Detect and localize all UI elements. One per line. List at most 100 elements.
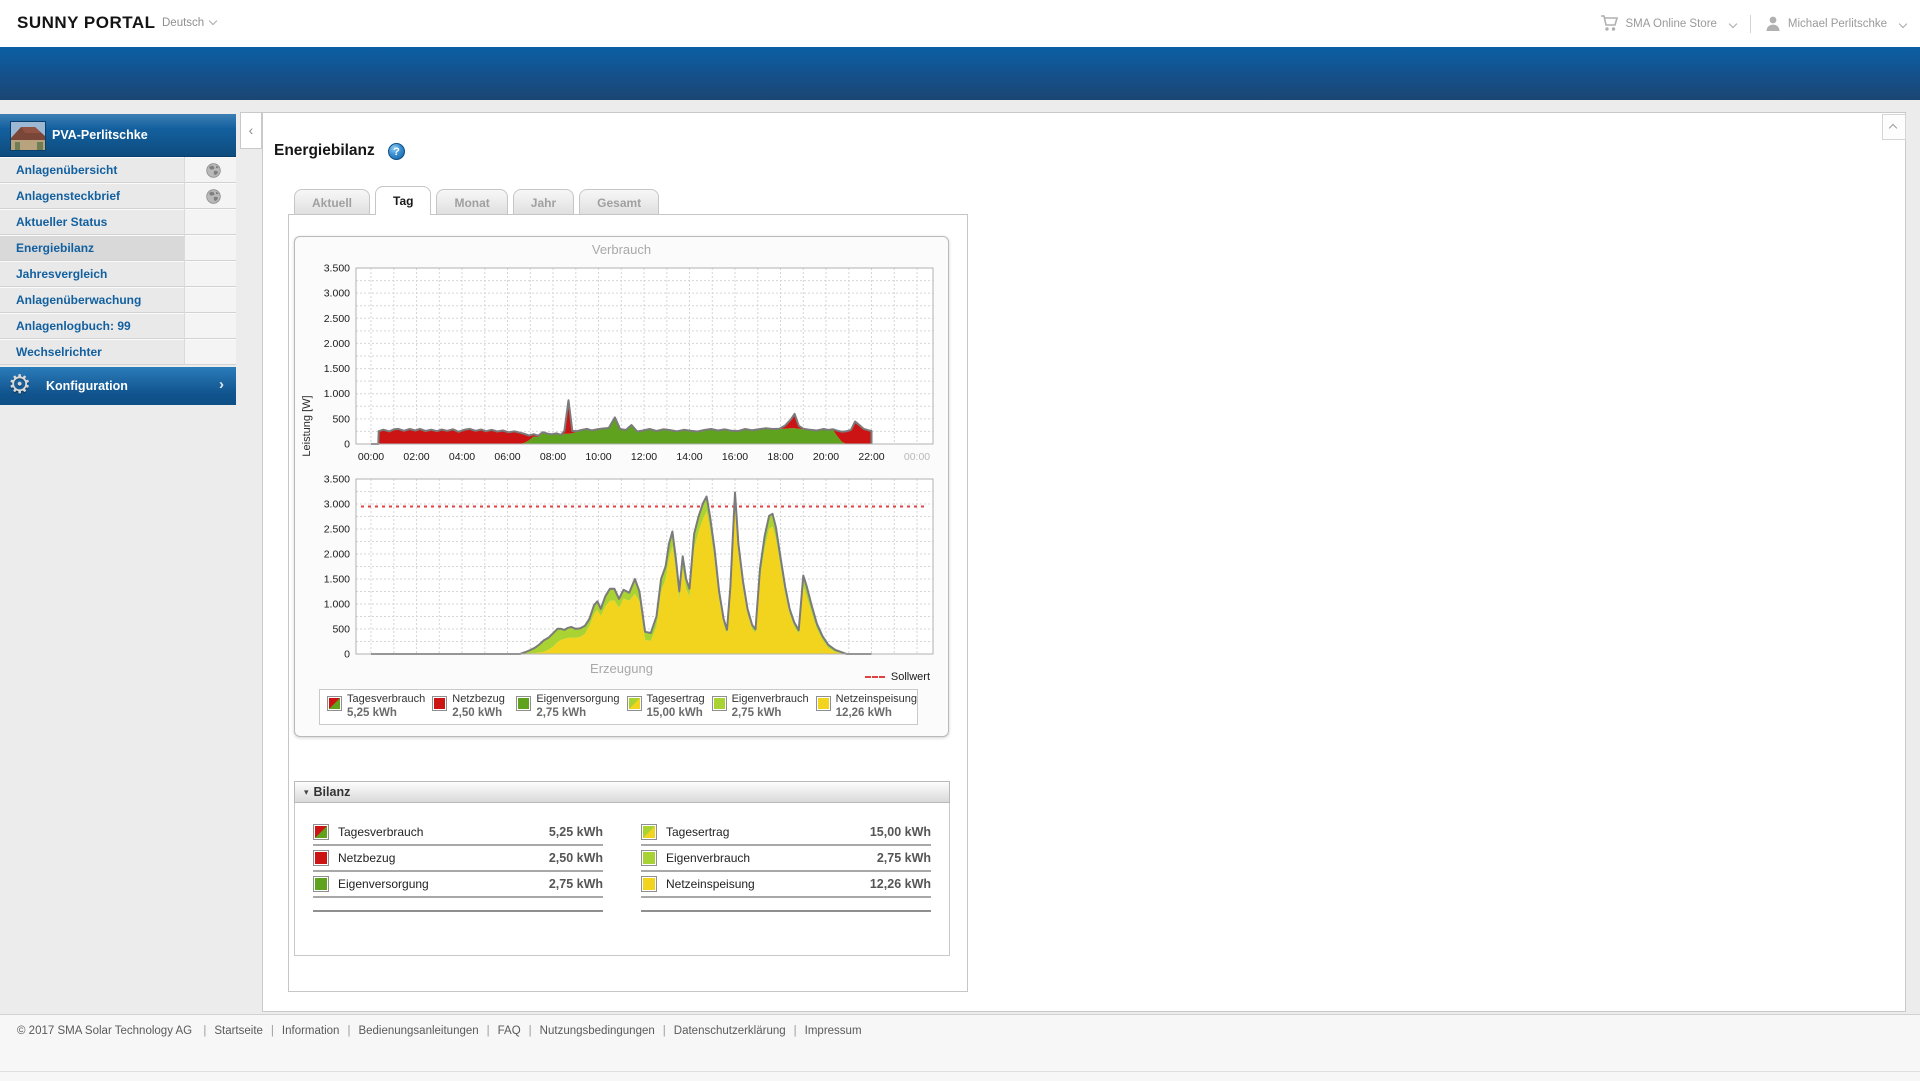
footer-link-nutzungsbedingungen[interactable]: Nutzungsbedingungen [540, 1025, 655, 1037]
sidebar-item-label: Jahresvergleich [16, 267, 107, 281]
generation-chart: 05001.0001.5002.0002.5003.0003.500 [295, 473, 950, 659]
footer-separator: | [271, 1025, 274, 1037]
bilanz-row-value: 15,00 kWh [870, 825, 931, 839]
bilanz-row-value: 2,75 kWh [877, 851, 931, 865]
bilanz-divider [313, 910, 603, 912]
bilanz-row-netzbezug: Netzbezug2,50 kWh [313, 846, 603, 872]
help-icon[interactable]: ? [388, 143, 405, 160]
svg-text:1.500: 1.500 [324, 363, 350, 375]
legend-label: Netzeinspeisung [836, 694, 917, 705]
triangle-down-icon: ▾ [304, 787, 309, 798]
legend-value: 12,26 kWh [836, 708, 917, 720]
sidebar-item-jahresvergleich[interactable]: Jahresvergleich [0, 261, 236, 287]
svg-text:2.000: 2.000 [324, 549, 350, 561]
svg-text:22:00: 22:00 [858, 451, 884, 463]
plant-header[interactable]: PVA-Perlitschke [0, 114, 236, 157]
footer-link-bedienungsanleitungen[interactable]: Bedienungsanleitungen [358, 1025, 478, 1037]
bilanz-row-tagesverbrauch: Tagesverbrauch5,25 kWh [313, 820, 603, 846]
tab-monat[interactable]: Monat [436, 189, 507, 215]
consumption-chart: 05001.0001.5002.0002.5003.0003.50000:000… [295, 261, 950, 473]
sidebar-collapse-button[interactable]: ‹ [240, 112, 262, 149]
legend-item-netzbezug: Netzbezug2,50 kWh [425, 690, 509, 724]
bilanz-row-label: Eigenversorgung [338, 877, 429, 891]
svg-text:18:00: 18:00 [767, 451, 793, 463]
bilanz-row-label: Tagesverbrauch [338, 825, 423, 839]
legend-item-eigenverbrauch: Eigenverbrauch2,75 kWh [705, 690, 809, 724]
sidebar-item-energiebilanz[interactable]: Energiebilanz [0, 235, 236, 261]
sidebar-item-anlagen-berwachung[interactable]: Anlagenüberwachung [0, 287, 236, 313]
legend-value: 5,25 kWh [347, 708, 425, 720]
legend-value: 2,75 kWh [536, 708, 619, 720]
legend-label: Eigenversorgung [536, 694, 619, 705]
svg-text:0: 0 [344, 439, 350, 451]
svg-text:1.000: 1.000 [324, 599, 350, 611]
page-title: Energiebilanz [274, 142, 375, 160]
energy-chart-card: Verbrauch Leistung [W] 05001.0001.5002.0… [294, 236, 949, 737]
bilanz-header[interactable]: ▾ Bilanz [294, 781, 950, 803]
svg-text:500: 500 [332, 624, 350, 636]
svg-text:0: 0 [344, 649, 350, 660]
yellow-swatch-icon [816, 696, 831, 711]
svg-text:04:00: 04:00 [449, 451, 475, 463]
chevron-down-icon [1729, 19, 1737, 27]
globe-icon [206, 189, 221, 204]
sidebar-item-label: Energiebilanz [16, 241, 94, 255]
chevron-up-icon [1889, 124, 1897, 132]
sidebar-items: Anlagenübersicht Anlagensteckbrief Aktuell… [0, 157, 236, 365]
tab-tag[interactable]: Tag [375, 186, 431, 215]
split-green-yellow-swatch-icon [627, 696, 642, 711]
sidebar-item-label: Anlagensteckbrief [16, 189, 120, 203]
footer-link-impressum[interactable]: Impressum [805, 1025, 862, 1037]
red-swatch-icon [313, 850, 329, 866]
sidebar-item-anlagensteckbrief[interactable]: Anlagensteckbrief [0, 183, 236, 209]
split-red-green-swatch-icon [313, 824, 329, 840]
bilanz-row-label: Tagesertrag [666, 825, 729, 839]
bilanz-divider [641, 910, 931, 912]
bilanz-quote-autarkiequote [313, 916, 603, 940]
footer-link-startseite[interactable]: Startseite [214, 1025, 263, 1037]
legend-label: Eigenverbrauch [732, 694, 809, 705]
sidebar-item-label: Aktueller Status [16, 215, 107, 229]
user-menu[interactable]: Michael Perlitschke [1765, 15, 1906, 32]
footer-separator: | [794, 1025, 797, 1037]
sidebar-item-konfiguration[interactable]: ⚙ Konfiguration › [0, 367, 236, 405]
tab-aktuell[interactable]: Aktuell [294, 189, 370, 215]
plant-photo [10, 121, 46, 151]
svg-text:3.000: 3.000 [324, 288, 350, 300]
sidebar-item-anlagenlogbuch-99[interactable]: Anlagenlogbuch: 99 [0, 313, 236, 339]
green-swatch-icon [516, 696, 531, 711]
footer-link-information[interactable]: Information [282, 1025, 340, 1037]
legend-label: Tagesertrag [647, 694, 705, 705]
svg-text:3.500: 3.500 [324, 474, 350, 486]
svg-text:02:00: 02:00 [403, 451, 429, 463]
bilanz-row-value: 12,26 kWh [870, 877, 931, 891]
language-selector[interactable]: Deutsch [162, 17, 216, 29]
lightgreen-swatch-icon [641, 850, 657, 866]
chart-legend: Tagesverbrauch5,25 kWhNetzbezug2,50 kWhE… [319, 689, 918, 725]
sidebar-item-label: Anlagenlogbuch: 99 [16, 319, 131, 333]
footer-link-faq[interactable]: FAQ [498, 1025, 521, 1037]
tab-bar: AktuellTagMonatJahrGesamt [294, 186, 659, 215]
svg-text:1.000: 1.000 [324, 388, 350, 400]
top-header: SUNNY PORTAL Deutsch SMA Online Store Mi… [0, 0, 1920, 47]
header-divider [1750, 15, 1751, 33]
consumption-chart-title: Verbrauch [295, 242, 948, 257]
green-swatch-icon [313, 876, 329, 892]
cart-icon [1600, 15, 1619, 32]
sidebar-item-wechselrichter[interactable]: Wechselrichter [0, 339, 236, 365]
sidebar-item-aktueller-status[interactable]: Aktueller Status [0, 209, 236, 235]
bilanz-left-column: Tagesverbrauch5,25 kWhNetzbezug2,50 kWh E… [313, 820, 603, 940]
sidebar-item-anlagen-bersicht[interactable]: Anlagenübersicht [0, 157, 236, 183]
lightgreen-swatch-icon [712, 696, 727, 711]
legend-item-tagesertrag: Tagesertrag15,00 kWh [620, 690, 705, 724]
tab-jahr[interactable]: Jahr [513, 189, 574, 215]
tab-gesamt[interactable]: Gesamt [579, 189, 659, 215]
footer-link-datenschutzerkl-rung[interactable]: Datenschutzerklärung [674, 1025, 786, 1037]
legend-item-eigenversorgung: Eigenversorgung 2,75 kWh [509, 690, 619, 724]
svg-text:16:00: 16:00 [722, 451, 748, 463]
online-store-menu[interactable]: SMA Online Store [1600, 15, 1736, 32]
legend-item-tagesverbrauch: Tagesverbrauch5,25 kWh [320, 690, 425, 724]
generation-chart-title: Erzeugung [295, 661, 948, 676]
scroll-top-button[interactable] [1882, 114, 1906, 140]
bilanz-row-label: Eigenverbrauch [666, 851, 750, 865]
